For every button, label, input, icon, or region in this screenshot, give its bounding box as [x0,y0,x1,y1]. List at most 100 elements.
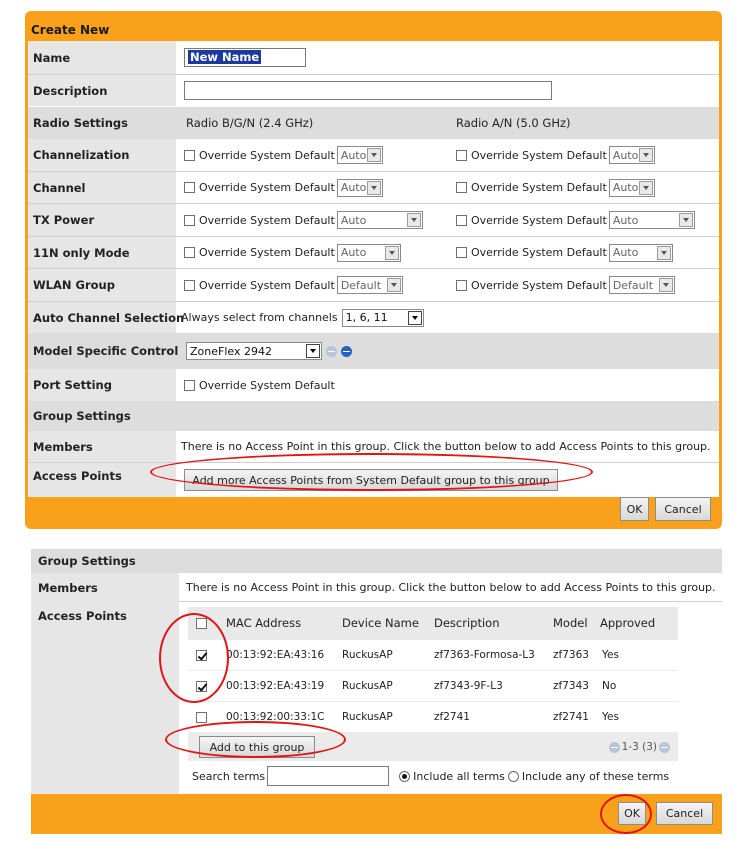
tx-power-row: TX Power Override System Default Auto Ov… [28,204,719,236]
group-settings-title: Group Settings [31,549,722,573]
chevron-down-icon [638,180,653,195]
include-all-label: Include all terms [413,769,505,783]
channelization-an-select[interactable]: Auto [608,146,655,164]
name-input[interactable]: New Name [184,48,306,67]
port-setting-label: Port Setting [28,369,176,401]
channelization-bg-override-checkbox[interactable] [184,149,195,161]
radio-an-header: Radio A/N (5.0 GHz) [456,116,571,130]
channelization-row: Channelization Override System Default A… [28,139,719,171]
chevron-down-icon [386,278,401,292]
cancel-button[interactable]: Cancel [655,497,711,521]
row-checkbox[interactable] [196,649,207,661]
channel-label: Channel [28,172,176,203]
group-settings-body: Members Access Points There is no Access… [31,573,722,794]
group-settings-panel: Group Settings Members Access Points The… [31,549,722,834]
name-row: Name New Name [28,41,719,74]
channel-bg-select[interactable]: Auto [336,178,383,197]
table-row[interactable]: 00:13:92:EA:43:19 RuckusAP zf7343-9F-L3 … [188,671,678,701]
port-setting-row: Port Setting Override System Default [28,369,719,401]
auto-channel-label: Auto Channel Selection [28,302,184,333]
tx-power-an-select[interactable]: Auto [608,211,695,229]
override-label: Override System Default [199,213,335,227]
wlan-group-bg-override-checkbox[interactable] [184,279,195,291]
channel-an-override-checkbox[interactable] [456,182,467,193]
members-label: Members [38,581,98,595]
tx-power-bg-override-checkbox[interactable] [184,214,195,226]
create-new-form: Name New Name Description Radio Settings… [28,41,719,497]
access-points-label: Access Points [28,463,176,497]
include-any-radio[interactable] [507,770,519,782]
11n-an-override-checkbox[interactable] [456,247,467,258]
group-settings-label: Group Settings [33,409,131,423]
chevron-down-icon [678,213,693,227]
chevron-down-icon [306,344,320,358]
wlan-group-row: WLAN Group Override System Default Defau… [28,269,719,301]
channelization-an-override-checkbox[interactable] [456,149,467,161]
tx-power-an-override-checkbox[interactable] [456,214,467,226]
cancel-button[interactable]: Cancel [656,802,713,825]
column-header-approved: Approved [600,616,656,630]
11n-bg-override-checkbox[interactable] [184,247,195,258]
members-label: Members [28,431,176,462]
description-input[interactable] [184,81,552,100]
auto-channel-select[interactable]: 1, 6, 11 [341,308,424,327]
row-checkbox[interactable] [196,711,207,723]
ok-button[interactable]: OK [618,802,646,825]
chevron-down-icon [366,180,381,195]
create-new-panel: Create New Name New Name Description Rad… [25,11,722,529]
override-label: Override System Default [199,181,335,194]
row-checkbox[interactable] [196,680,207,692]
chevron-down-icon [638,148,653,162]
wlan-group-an-override-checkbox[interactable] [456,279,467,291]
override-label: Override System Default [199,278,335,292]
override-label: Override System Default [471,246,607,259]
port-setting-override-checkbox[interactable] [184,379,195,391]
name-label: Name [28,41,176,74]
next-page-icon[interactable] [659,741,670,753]
radio-settings-label: Radio Settings [33,116,128,130]
column-header-device: Device Name [342,616,419,630]
tx-power-label: TX Power [28,204,176,236]
override-label: Override System Default [471,148,607,162]
search-row: Search terms Include all terms Include a… [188,762,678,790]
table-header: MAC Address Device Name Description Mode… [188,607,678,639]
pager: 1-3 (3) [608,741,672,753]
access-points-label: Access Points [38,609,127,623]
expand-icon[interactable] [341,345,352,357]
channelization-label: Channelization [28,139,176,171]
channel-bg-override-checkbox[interactable] [184,182,195,193]
11n-an-select[interactable]: Auto [608,243,673,262]
chevron-down-icon [658,278,673,292]
tx-power-bg-select[interactable]: Auto [336,211,423,229]
radio-settings-row: Radio Settings Radio B/G/N (2.4 GHz) Rad… [28,107,719,139]
wlan-group-an-select[interactable]: Default [608,276,675,294]
add-to-group-button[interactable]: Add to this group [199,736,315,758]
model-control-row: Model Specific Control ZoneFlex 2942 [28,333,719,369]
chevron-down-icon [406,213,421,227]
11n-bg-select[interactable]: Auto [336,243,401,262]
model-select[interactable]: ZoneFlex 2942 [186,342,322,360]
table-row[interactable]: 00:13:92:00:33:1C RuckusAP zf2741 zf2741… [188,702,678,732]
channel-an-select[interactable]: Auto [608,178,655,197]
access-points-row: Access Points Add more Access Points fro… [28,463,719,497]
search-input[interactable] [267,766,390,786]
wlan-group-bg-select[interactable]: Default [336,276,403,294]
chevron-down-icon [656,245,671,260]
table-row[interactable]: 00:13:92:EA:43:16 RuckusAP zf7363-Formos… [188,640,678,670]
collapse-icon[interactable] [326,345,337,357]
wlan-group-label: WLAN Group [28,269,176,301]
channelization-bg-select[interactable]: Auto [336,146,383,164]
include-all-radio[interactable] [399,770,411,782]
members-text: There is no Access Point in this group. … [186,581,716,594]
add-more-access-points-button[interactable]: Add more Access Points from System Defau… [184,469,558,491]
members-text: There is no Access Point in this group. … [181,440,711,453]
chevron-down-icon [384,245,399,260]
select-all-checkbox[interactable] [196,617,207,629]
table-actions: Add to this group 1-3 (3) [188,733,678,761]
ok-button[interactable]: OK [620,497,649,521]
name-input-value: New Name [188,50,262,64]
port-setting-override-label: Override System Default [199,378,335,392]
11n-only-mode-row: 11N only Mode Override System Default Au… [28,237,719,268]
11n-only-mode-label: 11N only Mode [28,237,176,268]
previous-page-icon[interactable] [608,741,620,753]
